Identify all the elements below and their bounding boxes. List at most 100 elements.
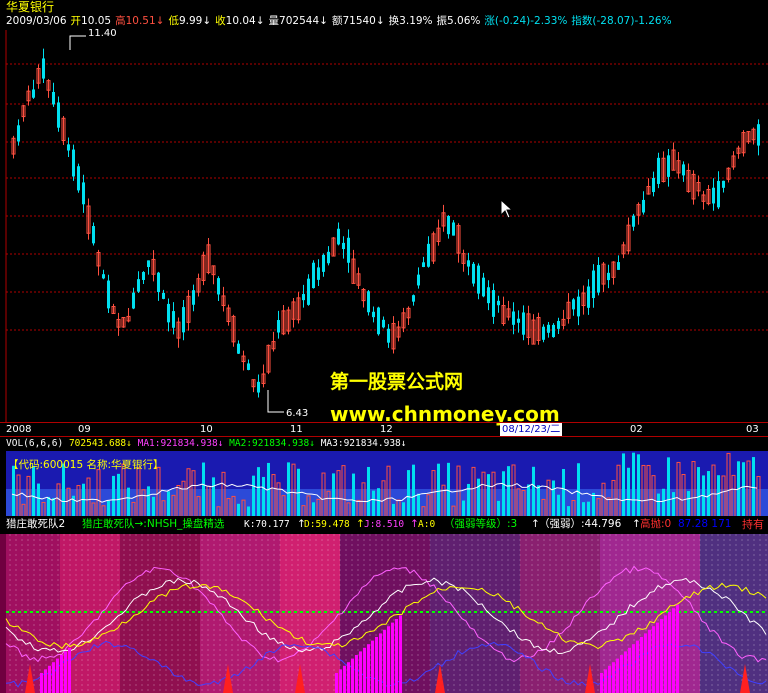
- candle-down: [547, 324, 550, 333]
- volume-bar-down: [82, 483, 85, 517]
- candle-down: [92, 226, 95, 244]
- strength-bar: [600, 673, 603, 693]
- arrow-down-icon: ↓: [400, 438, 407, 449]
- open-value: 10.05: [81, 15, 112, 27]
- time-label: 12: [380, 424, 393, 435]
- candle-down: [132, 292, 135, 309]
- strength-bar: [375, 637, 378, 693]
- candle-down: [322, 254, 325, 272]
- strength-bar: [387, 626, 390, 693]
- strength-bar: [367, 644, 370, 693]
- volume-bar-down: [637, 454, 640, 517]
- volume-bar-down: [107, 500, 110, 517]
- volume-bar-down: [352, 473, 355, 517]
- candle-down: [67, 144, 70, 151]
- candlestick-chart[interactable]: [0, 30, 768, 422]
- strength-bar: [391, 622, 394, 693]
- candle-down: [632, 215, 635, 227]
- candle-down: [372, 311, 375, 318]
- strength-bar: [628, 647, 631, 693]
- volume-header: VOL(6,6,6) 702543.688↓ MA1:921834.938↓ M…: [6, 437, 407, 450]
- candle-down: [382, 319, 385, 328]
- candle-down: [257, 381, 260, 393]
- time-label: 10: [200, 424, 213, 435]
- strength-bar: [624, 651, 627, 693]
- arrow-down-icon: ↓: [126, 438, 132, 449]
- volume-bar-down: [127, 487, 130, 517]
- strength-bar: [648, 629, 651, 693]
- vol-ma2: MA2:921834.938: [229, 438, 310, 449]
- candle-down: [422, 262, 425, 268]
- candle-down: [342, 242, 345, 250]
- volume-bar-down: [202, 462, 205, 517]
- volume-bar-down: [552, 480, 555, 517]
- volume-bar-down: [687, 491, 690, 517]
- candle-down: [522, 312, 525, 335]
- candle-down: [447, 215, 450, 235]
- strength-bar: [399, 615, 402, 693]
- candle-down: [592, 270, 595, 299]
- candle-down: [77, 166, 80, 191]
- candle-down: [377, 307, 380, 335]
- candle-down: [142, 272, 145, 280]
- volume-bar-down: [147, 486, 150, 517]
- candle-down: [42, 58, 45, 79]
- candle-down: [317, 267, 320, 280]
- volume-bar-down: [167, 491, 170, 517]
- candle-down: [367, 291, 370, 313]
- strength-bar: [56, 658, 59, 693]
- strength-bar: [608, 665, 611, 693]
- time-label: 2008: [6, 424, 32, 435]
- candle-down: [427, 243, 430, 267]
- volume-bar-down: [212, 477, 215, 517]
- close-value: 10.04: [225, 15, 256, 27]
- mouse-cursor-icon: [500, 199, 514, 219]
- amplitude-label: 振: [436, 15, 448, 27]
- indicator-strength: （强弱等级）:3: [444, 518, 518, 530]
- price-max-label: 11.40: [88, 28, 117, 39]
- candle-down: [302, 294, 305, 301]
- candle-down: [517, 318, 520, 323]
- strength-bar: [359, 651, 362, 693]
- volume-bar-down: [537, 485, 540, 517]
- volume-bar-down: [502, 471, 505, 517]
- volume-bar-down: [582, 502, 585, 517]
- candle-down: [247, 363, 250, 370]
- strength-bar: [656, 622, 659, 693]
- strength-bar: [664, 615, 667, 693]
- volume-bar-down: [412, 464, 415, 517]
- candle-down: [347, 237, 350, 263]
- candle-down: [482, 277, 485, 297]
- candle-down: [327, 251, 330, 264]
- candle-down: [312, 262, 315, 289]
- volume-bar-down: [707, 471, 710, 517]
- candle-down: [17, 125, 20, 142]
- strength-bar: [604, 669, 607, 693]
- amount-label: 额: [331, 15, 343, 27]
- arrow-down-icon: ↓: [202, 15, 212, 27]
- candle-down: [157, 272, 160, 293]
- volume-bar-down: [477, 478, 480, 517]
- candle-down: [52, 91, 55, 105]
- arrow-down-icon: ↓: [217, 438, 224, 449]
- volume-bar-down: [152, 496, 155, 517]
- close-label: 收: [215, 15, 226, 27]
- vol-indicator-name: VOL(6,6,6): [6, 438, 64, 449]
- indicator-chart[interactable]: [0, 534, 768, 693]
- low-label: 低: [168, 15, 179, 27]
- volume-bar-down: [532, 466, 535, 517]
- candle-down: [72, 149, 75, 177]
- volume-bar-down: [632, 452, 635, 517]
- indicator-high-sell: 高抛:0: [640, 518, 672, 530]
- strength-bar: [351, 658, 354, 693]
- candle-down: [497, 300, 500, 306]
- strength-bar: [347, 662, 350, 693]
- candle-down: [162, 292, 165, 299]
- candle-down: [577, 296, 580, 317]
- strength-bar: [48, 665, 51, 693]
- price-min-label: 6.43: [286, 408, 309, 419]
- stock-title: 华夏银行: [6, 0, 55, 14]
- turnover-label: 换: [388, 15, 400, 27]
- candle-down: [722, 180, 725, 188]
- time-axis: 2008 09 10 11 12 08/12/23/二 02 03: [0, 422, 768, 437]
